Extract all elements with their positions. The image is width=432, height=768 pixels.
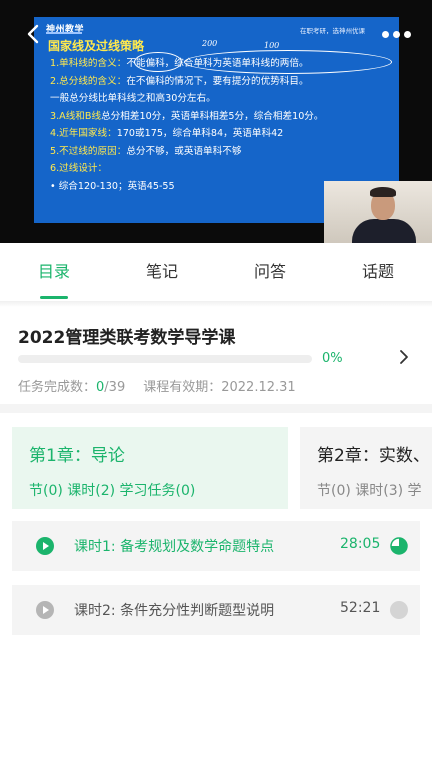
course-meta: 任务完成数：0/39 课程有效期：2022.12.31	[18, 376, 296, 395]
back-arrow-icon	[27, 24, 39, 44]
tab-qa[interactable]: 问答	[216, 243, 324, 301]
lesson-duration: 28:05	[340, 536, 381, 552]
more-dot-icon	[403, 30, 411, 38]
course-title: 2022管理类联考数学导学课	[18, 328, 236, 348]
tasks-total: /39	[104, 380, 126, 395]
chapter-title: 第1章：导论	[29, 446, 125, 466]
video-player[interactable]: 神州教学 在职考研，选神州优课 国家线及过线策略 200 100 1.单科线的含…	[0, 0, 432, 243]
slide-line: 5.不过线的原因：总分不够，或英语单科不够	[50, 145, 242, 157]
teacher-hair	[370, 187, 396, 197]
course-progress-label: 0%	[322, 351, 343, 366]
slide-line: 4.近年国家线：170或175，综合单科84，英语单科42	[50, 128, 284, 139]
tab-catalog[interactable]: 目录	[0, 243, 108, 301]
chapter-card-1[interactable]: 第1章：导论 节(0) 课时(2) 学习任务(0)	[12, 427, 288, 509]
chapter-card-2[interactable]: 第2章：实数、 节(0) 课时(3) 学	[300, 427, 432, 509]
teacher-webcam	[324, 181, 432, 243]
more-dot-icon	[392, 30, 400, 38]
lesson-item-2[interactable]: 课时2: 条件充分性判断题型说明 52:21	[12, 585, 420, 635]
validity-label: 课程有效期：	[143, 380, 222, 395]
slide-corner-text: 在职考研，选神州优课	[300, 27, 365, 35]
active-tab-indicator	[40, 296, 68, 299]
slide-logo-underline	[46, 32, 82, 34]
slide-content: 1.单科线的含义：不能偏科，综合单科为英语单科线的两倍。 2.总分线的含义：在不…	[50, 55, 390, 195]
tab-bar-shadow	[0, 301, 432, 307]
slide-line: 6.过线设计：	[50, 163, 108, 174]
validity-date: 2022.12.31	[221, 380, 296, 395]
more-dot-icon	[381, 30, 389, 38]
chapter-meta: 节(0) 课时(2) 学习任务(0)	[29, 483, 196, 499]
lesson-duration: 52:21	[340, 600, 381, 616]
play-icon	[36, 537, 54, 555]
slide-line: 一般总分线比单科线之和高30分左右。	[50, 93, 216, 104]
slide-line: 2.总分线的含义：在不偏科的情况下，要有提分的优势科目。	[50, 75, 309, 87]
chevron-right-icon	[400, 350, 408, 364]
chapter-meta: 节(0) 课时(3) 学	[317, 483, 422, 499]
handwritten-annotation: 200	[202, 39, 218, 48]
teacher-body	[352, 219, 416, 243]
chapter-title: 第2章：实数、	[317, 446, 430, 466]
tab-notes[interactable]: 笔记	[108, 243, 216, 301]
handwritten-annotation: 100	[264, 41, 280, 50]
lesson-title: 课时2: 条件充分性判断题型说明	[74, 603, 275, 619]
tab-bar: 目录 笔记 问答 话题	[0, 243, 432, 301]
lesson-item-1[interactable]: 课时1: 备考规划及数学命题特点 28:05	[12, 521, 420, 571]
lesson-title: 课时1: 备考规划及数学命题特点	[74, 539, 275, 555]
play-icon	[36, 601, 54, 619]
slide-line: 3.A线和B线总分相差10分，英语单科相差5分，综合相差10分。	[50, 110, 324, 122]
tasks-label: 任务完成数：	[18, 380, 97, 395]
slide-line: 1.单科线的含义：不能偏科，综合单科为英语单科线的两倍。	[50, 58, 309, 69]
watch-progress-icon	[390, 601, 408, 619]
course-detail-button[interactable]	[396, 347, 412, 367]
more-options-button[interactable]	[374, 24, 418, 44]
back-button[interactable]	[22, 22, 46, 46]
watch-progress-icon	[390, 537, 408, 555]
course-progress-bar	[18, 355, 312, 363]
slide-title: 国家线及过线策略	[48, 39, 145, 53]
tab-topics[interactable]: 话题	[324, 243, 432, 301]
section-divider	[0, 404, 432, 413]
